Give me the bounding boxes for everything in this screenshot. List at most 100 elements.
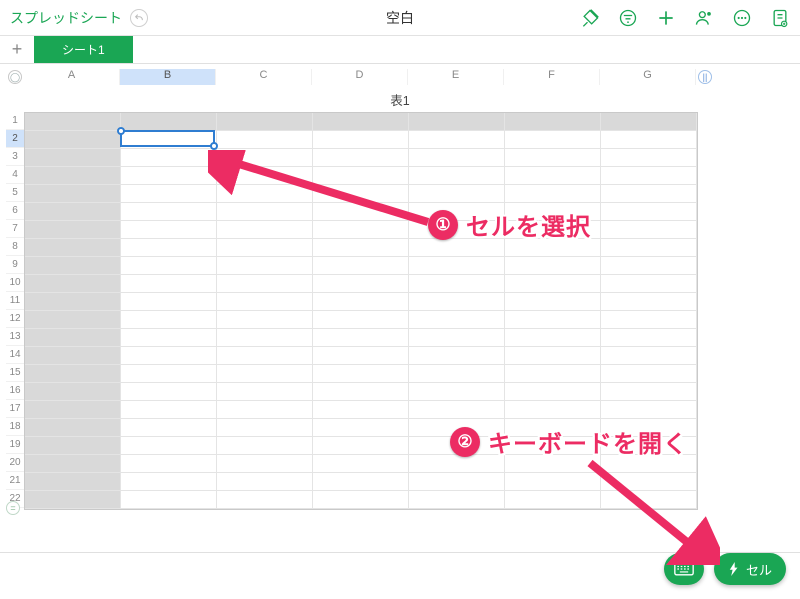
row-header-4[interactable]: 4 [6, 166, 24, 184]
row-header-12[interactable]: 12 [6, 310, 24, 328]
keyboard-button[interactable] [664, 553, 704, 585]
cell-B14[interactable] [121, 347, 217, 365]
cell-E21[interactable] [409, 473, 505, 491]
cell-C21[interactable] [217, 473, 313, 491]
cell-B7[interactable] [121, 221, 217, 239]
cell-B12[interactable] [121, 311, 217, 329]
cell-A9[interactable] [25, 257, 121, 275]
cell-A1[interactable] [25, 113, 121, 131]
cell-C22[interactable] [217, 491, 313, 509]
cell-G10[interactable] [601, 275, 697, 293]
cell-C13[interactable] [217, 329, 313, 347]
cell-A4[interactable] [25, 167, 121, 185]
row-header-14[interactable]: 14 [6, 346, 24, 364]
cell-E5[interactable] [409, 185, 505, 203]
cell-E12[interactable] [409, 311, 505, 329]
add-icon[interactable] [656, 8, 676, 28]
cell-G5[interactable] [601, 185, 697, 203]
selection-handle-tl[interactable] [117, 127, 125, 135]
cell-D18[interactable] [313, 419, 409, 437]
origin-corner[interactable]: ◯ [6, 69, 24, 85]
cell-C17[interactable] [217, 401, 313, 419]
cell-F6[interactable] [505, 203, 601, 221]
cell-G9[interactable] [601, 257, 697, 275]
filter-circle-icon[interactable] [618, 8, 638, 28]
cell-C5[interactable] [217, 185, 313, 203]
cell-B19[interactable] [121, 437, 217, 455]
cell-B16[interactable] [121, 383, 217, 401]
cell-D10[interactable] [313, 275, 409, 293]
cell-E16[interactable] [409, 383, 505, 401]
cell-E8[interactable] [409, 239, 505, 257]
cell-A21[interactable] [25, 473, 121, 491]
row-header-21[interactable]: 21 [6, 472, 24, 490]
cell-G13[interactable] [601, 329, 697, 347]
cell-D21[interactable] [313, 473, 409, 491]
cell-C7[interactable] [217, 221, 313, 239]
cell-F2[interactable] [505, 131, 601, 149]
row-header-13[interactable]: 13 [6, 328, 24, 346]
cell-E15[interactable] [409, 365, 505, 383]
cell-G14[interactable] [601, 347, 697, 365]
cell-E9[interactable] [409, 257, 505, 275]
cell-G11[interactable] [601, 293, 697, 311]
cell-F14[interactable] [505, 347, 601, 365]
cell-E13[interactable] [409, 329, 505, 347]
cell-F21[interactable] [505, 473, 601, 491]
cell-A12[interactable] [25, 311, 121, 329]
cell-E18[interactable] [409, 419, 505, 437]
cell-F8[interactable] [505, 239, 601, 257]
cell-F9[interactable] [505, 257, 601, 275]
cell-C9[interactable] [217, 257, 313, 275]
cell-F3[interactable] [505, 149, 601, 167]
cell-B20[interactable] [121, 455, 217, 473]
document-title[interactable]: 空白 [386, 8, 414, 28]
cell-D19[interactable] [313, 437, 409, 455]
cell-A3[interactable] [25, 149, 121, 167]
cell-B22[interactable] [121, 491, 217, 509]
selection-handle-br[interactable] [210, 142, 218, 150]
cell-E6[interactable] [409, 203, 505, 221]
row-header-6[interactable]: 6 [6, 202, 24, 220]
row-header-17[interactable]: 17 [6, 400, 24, 418]
cell-F18[interactable] [505, 419, 601, 437]
cell-A2[interactable] [25, 131, 121, 149]
cell-G22[interactable] [601, 491, 697, 509]
row-header-5[interactable]: 5 [6, 184, 24, 202]
cell-C10[interactable] [217, 275, 313, 293]
cell-C12[interactable] [217, 311, 313, 329]
cell-E4[interactable] [409, 167, 505, 185]
cell-B3[interactable] [121, 149, 217, 167]
cell-G8[interactable] [601, 239, 697, 257]
sheet-tab-1[interactable]: シート1 [34, 36, 133, 63]
cell-B11[interactable] [121, 293, 217, 311]
cell-A13[interactable] [25, 329, 121, 347]
column-header-E[interactable]: E [408, 69, 504, 85]
cell-E22[interactable] [409, 491, 505, 509]
cell-C15[interactable] [217, 365, 313, 383]
cell-D17[interactable] [313, 401, 409, 419]
grid[interactable] [24, 112, 698, 510]
add-sheet-button[interactable]: + [0, 39, 34, 60]
cell-E2[interactable] [409, 131, 505, 149]
cell-C3[interactable] [217, 149, 313, 167]
cell-G7[interactable] [601, 221, 697, 239]
column-header-G[interactable]: G [600, 69, 696, 85]
cell-F19[interactable] [505, 437, 601, 455]
cell-B8[interactable] [121, 239, 217, 257]
cell-E11[interactable] [409, 293, 505, 311]
cell-G18[interactable] [601, 419, 697, 437]
column-header-C[interactable]: C [216, 69, 312, 85]
cell-C6[interactable] [217, 203, 313, 221]
cell-E17[interactable] [409, 401, 505, 419]
cell-F11[interactable] [505, 293, 601, 311]
column-header-A[interactable]: A [24, 69, 120, 85]
selected-cell-highlight[interactable] [120, 130, 215, 147]
cell-D2[interactable] [313, 131, 409, 149]
cell-E7[interactable] [409, 221, 505, 239]
cell-B5[interactable] [121, 185, 217, 203]
cell-E1[interactable] [409, 113, 505, 131]
cell-B21[interactable] [121, 473, 217, 491]
row-header-19[interactable]: 19 [6, 436, 24, 454]
cell-D15[interactable] [313, 365, 409, 383]
